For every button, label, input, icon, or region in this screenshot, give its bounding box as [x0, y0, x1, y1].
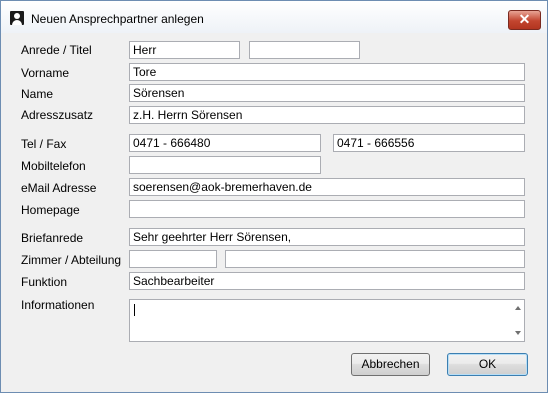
abteilung-field[interactable] [225, 250, 525, 268]
email-label: eMail Adresse [21, 181, 97, 195]
zimmer-label: Zimmer / Abteilung [21, 253, 122, 267]
homepage-field[interactable] [129, 200, 525, 218]
adresszusatz-field[interactable]: z.H. Herrn Sörensen [129, 106, 525, 124]
name-label: Name [21, 87, 54, 101]
informationen-memo[interactable] [129, 299, 525, 342]
vorname-label: Vorname [21, 66, 70, 80]
person-icon [10, 11, 24, 25]
close-button[interactable]: ✕ [508, 10, 541, 30]
adresszusatz-label: Adresszusatz [21, 108, 94, 122]
scroll-up-arrow-icon[interactable] [515, 306, 521, 310]
name-field[interactable]: Sörensen [129, 84, 525, 102]
telfax-label: Tel / Fax [21, 137, 67, 151]
titel-field[interactable] [249, 41, 360, 59]
anrede-field[interactable]: Herr [129, 41, 240, 59]
fax-field[interactable]: 0471 - 666556 [333, 134, 525, 152]
informationen-label: Informationen [21, 298, 95, 312]
scroll-down-arrow-icon[interactable] [515, 331, 521, 335]
window-title: Neuen Ansprechpartner anlegen [31, 12, 204, 26]
funktion-label: Funktion [21, 275, 68, 289]
mobil-label: Mobiltelefon [21, 159, 86, 173]
email-field[interactable]: soerensen@aok-bremerhaven.de [129, 178, 525, 196]
text-caret [134, 304, 135, 316]
zimmer-field[interactable] [129, 250, 217, 268]
ok-button[interactable]: OK [447, 353, 528, 376]
dialog-window: Neuen Ansprechpartner anlegen ✕ Anrede /… [0, 0, 548, 393]
dialog-body: Anrede / Titel Herr Vorname Tore Name Sö… [9, 33, 539, 384]
vorname-field[interactable]: Tore [129, 63, 525, 81]
homepage-label: Homepage [21, 203, 80, 217]
funktion-field[interactable]: Sachbearbeiter [129, 272, 525, 290]
tel-field[interactable]: 0471 - 666480 [129, 134, 321, 152]
mobil-field[interactable] [129, 156, 321, 174]
briefanrede-field[interactable]: Sehr geehrter Herr Sörensen, [129, 228, 525, 246]
title-bar[interactable]: Neuen Ansprechpartner anlegen ✕ [1, 1, 547, 33]
cancel-button[interactable]: Abbrechen [351, 353, 430, 376]
briefanrede-label: Briefanrede [21, 231, 84, 245]
anrede-label: Anrede / Titel [21, 43, 92, 57]
